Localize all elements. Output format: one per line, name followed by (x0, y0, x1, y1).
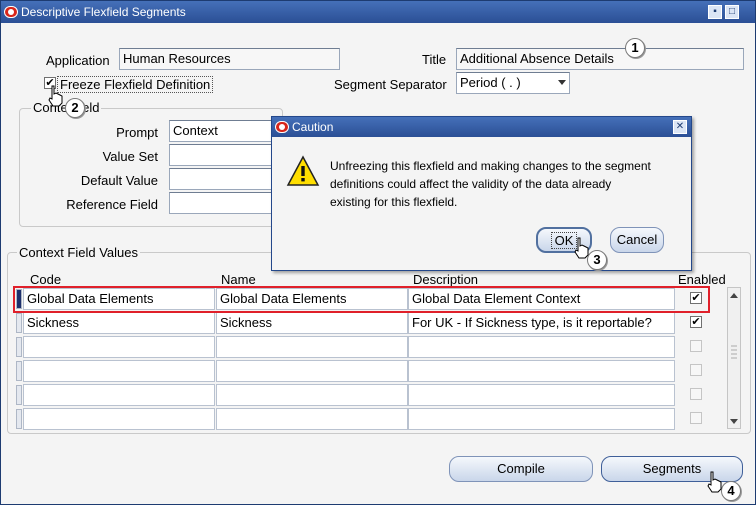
freeze-label[interactable]: Freeze Flexfield Definition (57, 76, 214, 93)
warning-icon (286, 155, 320, 186)
dialog-message-line-2: definitions could affect the validity of… (330, 177, 612, 191)
dialog-close-button[interactable]: ✕ (673, 120, 687, 134)
name-cell[interactable] (216, 408, 408, 430)
hand-pointer-icon (707, 471, 722, 493)
segment-separator-value: Period ( . ) (460, 75, 521, 90)
code-cell[interactable]: Sickness (23, 312, 215, 334)
description-cell[interactable] (408, 360, 675, 382)
dialog-message-line-1: Unfreezing this flexfield and making cha… (330, 159, 651, 173)
dialog-message: Unfreezing this flexfield and making cha… (330, 157, 685, 211)
description-cell[interactable] (408, 384, 675, 406)
hand-pointer-icon (48, 85, 63, 107)
prompt-label: Prompt (116, 125, 158, 140)
row-indicator[interactable] (16, 385, 22, 405)
application-label: Application (46, 53, 110, 68)
row-indicator[interactable] (16, 337, 22, 357)
oracle-app-icon (275, 121, 289, 133)
cancel-button[interactable]: Cancel (610, 227, 664, 253)
name-cell[interactable]: Sickness (216, 312, 408, 334)
scroll-down-icon[interactable] (728, 416, 740, 426)
callout-4: 4 (721, 481, 741, 501)
maximize-button[interactable]: □ (725, 5, 739, 19)
caution-dialog: Caution ✕ Unfreezing this flexfield and … (271, 116, 692, 271)
description-column-header: Description (413, 272, 479, 287)
dialog-message-line-3: existing for this flexfield. (330, 195, 458, 209)
value-set-field[interactable] (169, 144, 279, 166)
application-field[interactable]: Human Resources (119, 48, 340, 70)
enabled-checkbox[interactable] (690, 412, 702, 424)
context-values-group-title: Context Field Values (17, 245, 140, 260)
enabled-column-header: Enabled (678, 272, 726, 287)
grid-scrollbar[interactable] (727, 287, 741, 429)
scroll-grip-icon (731, 345, 737, 359)
row-highlight-box (13, 286, 710, 313)
dialog-titlebar: Caution ✕ (272, 117, 691, 137)
window-titlebar: Descriptive Flexfield Segments ▪ □ (1, 1, 755, 23)
segment-separator-label: Segment Separator (334, 77, 447, 92)
callout-1: 1 (625, 38, 645, 58)
reference-field-label: Reference Field (66, 197, 158, 212)
value-set-label: Value Set (102, 149, 158, 164)
compile-button[interactable]: Compile (449, 456, 593, 482)
code-cell[interactable] (23, 408, 215, 430)
name-cell[interactable] (216, 384, 408, 406)
description-cell[interactable] (408, 336, 675, 358)
default-value-label: Default Value (80, 173, 158, 188)
callout-3: 3 (587, 250, 607, 270)
name-cell[interactable] (216, 336, 408, 358)
oracle-app-icon (4, 6, 18, 18)
code-cell[interactable] (23, 336, 215, 358)
name-column-header: Name (221, 272, 256, 287)
enabled-checkbox[interactable] (690, 340, 702, 352)
scroll-up-icon[interactable] (728, 290, 740, 300)
default-value-field[interactable] (169, 168, 279, 190)
row-indicator[interactable] (16, 313, 22, 333)
enabled-checkbox[interactable] (690, 364, 702, 376)
reference-field-field[interactable] (169, 192, 279, 214)
description-cell[interactable]: For UK - If Sickness type, is it reporta… (408, 312, 675, 334)
enabled-checkbox[interactable]: ✔ (690, 316, 702, 328)
description-cell[interactable] (408, 408, 675, 430)
title-label: Title (422, 52, 447, 67)
enabled-checkbox[interactable] (690, 388, 702, 400)
row-indicator[interactable] (16, 409, 22, 429)
prompt-field[interactable]: Context (169, 120, 279, 142)
row-indicator[interactable] (16, 361, 22, 381)
name-cell[interactable] (216, 360, 408, 382)
callout-2: 2 (65, 98, 85, 118)
code-column-header: Code (30, 272, 62, 287)
minimize-button[interactable]: ▪ (708, 5, 722, 19)
code-cell[interactable] (23, 360, 215, 382)
dialog-title: Caution (292, 120, 334, 134)
code-cell[interactable] (23, 384, 215, 406)
segment-separator-select[interactable]: Period ( . ) (456, 72, 570, 94)
window-title: Descriptive Flexfield Segments (21, 5, 186, 19)
chevron-down-icon (558, 80, 566, 85)
title-field[interactable]: Additional Absence Details (456, 48, 744, 70)
